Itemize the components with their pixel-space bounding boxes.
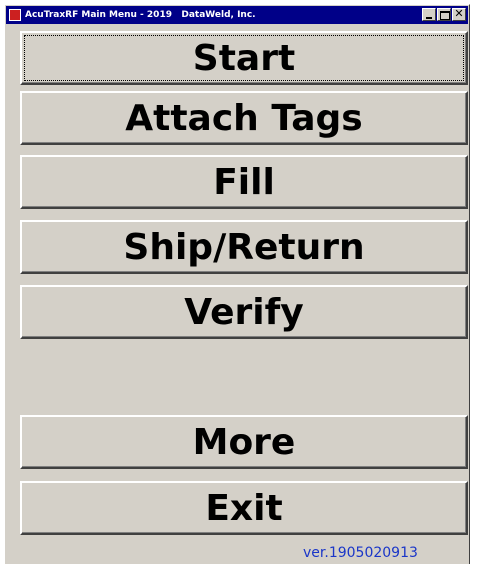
more-button[interactable]: More <box>20 415 468 469</box>
app-icon[interactable] <box>9 9 21 21</box>
fill-button[interactable]: Fill <box>20 155 468 209</box>
exit-button[interactable]: Exit <box>20 481 468 535</box>
version-label: ver.1905020913 <box>303 545 418 561</box>
close-icon[interactable]: ✕ <box>452 8 466 21</box>
minimize-icon[interactable] <box>422 8 436 21</box>
maximize-icon[interactable] <box>437 8 451 21</box>
title-bar[interactable]: AcuTraxRF Main Menu - 2019 DataWeld, Inc… <box>6 6 468 24</box>
attach-tags-button[interactable]: Attach Tags <box>20 91 468 145</box>
verify-button[interactable]: Verify <box>20 285 468 339</box>
main-menu-window: AcuTraxRF Main Menu - 2019 DataWeld, Inc… <box>4 4 470 564</box>
window-title: AcuTraxRF Main Menu - 2019 DataWeld, Inc… <box>25 10 256 20</box>
start-button[interactable]: Start <box>20 31 468 85</box>
ship-return-button[interactable]: Ship/Return <box>20 220 468 274</box>
window-controls: ✕ <box>421 8 466 21</box>
